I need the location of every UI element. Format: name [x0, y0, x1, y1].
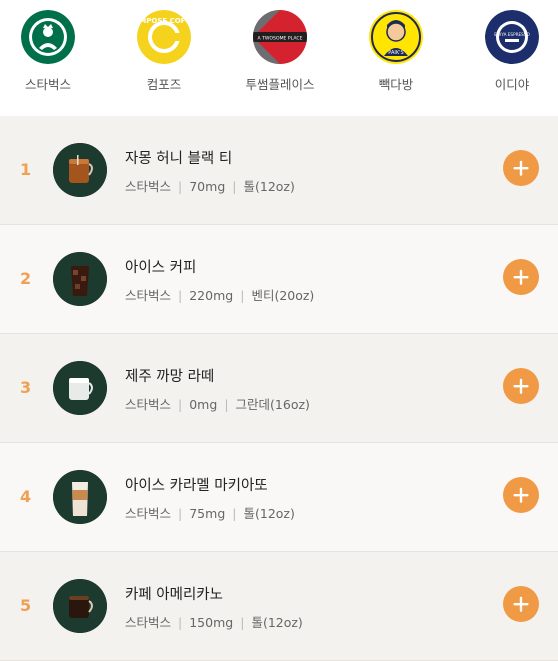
divider: | [240, 615, 245, 630]
drink-thumbnail [53, 252, 107, 306]
divider: | [240, 288, 245, 303]
drink-caffeine: 150mg [189, 615, 234, 630]
brand-name: 컴포즈 [146, 77, 182, 92]
plus-icon [513, 269, 529, 285]
divider: | [178, 397, 183, 412]
compose-coffee-logo-icon: COMPOSE COFFEE [137, 10, 191, 64]
add-button[interactable] [503, 477, 539, 513]
drink-brand: 스타벅스 [125, 615, 172, 630]
drink-caffeine: 75mg [189, 506, 226, 521]
ediya-coffee-logo-icon: EDIYA ESPRESSO [485, 10, 539, 64]
list-item[interactable]: 4 아이스 카라멜 마키아또 스타벅스 | 75mg | 톨(12oz) [0, 443, 558, 552]
brand-filter-bar: 스타벅스 COMPOSE COFFEE 컴포즈 A TWOSOME PLACE … [0, 0, 558, 116]
drink-brand: 스타벅스 [125, 506, 172, 521]
divider: | [232, 179, 237, 194]
drink-ranking-list: 1 자몽 허니 블랙 티 스타벅스 | 70mg | 톨(12oz) 2 아이스… [0, 116, 558, 661]
drink-size: 톨(12oz) [251, 615, 303, 630]
drink-size: 톨(12oz) [243, 179, 295, 194]
brand-item-twosome[interactable]: A TWOSOME PLACE 투썸플레이스 [230, 10, 330, 93]
rank-number: 1 [20, 160, 32, 179]
drink-meta: 스타벅스 | 0mg | 그란데(16oz) [125, 394, 310, 413]
divider: | [178, 179, 183, 194]
divider: | [178, 615, 183, 630]
svg-text:PAIK'S: PAIK'S [388, 50, 403, 56]
brand-name: 투썸플레이스 [245, 77, 315, 92]
svg-text:EDIYA ESPRESSO: EDIYA ESPRESSO [494, 32, 530, 37]
plus-icon [513, 160, 529, 176]
brand-item-paiks[interactable]: PAIK'S 빽다방 [346, 10, 446, 93]
brand-item-starbucks[interactable]: 스타벅스 [0, 10, 98, 93]
drink-brand: 스타벅스 [125, 288, 172, 303]
plus-icon [513, 378, 529, 394]
rank-number: 5 [20, 596, 32, 615]
drink-title: 아이스 커피 [125, 260, 197, 276]
list-item[interactable]: 3 제주 까망 라떼 스타벅스 | 0mg | 그란데(16oz) [0, 334, 558, 443]
divider: | [224, 397, 229, 412]
add-button[interactable] [503, 586, 539, 622]
drink-meta: 스타벅스 | 150mg | 톨(12oz) [125, 612, 303, 631]
add-button[interactable] [503, 150, 539, 186]
starbucks-logo-icon [21, 10, 75, 64]
drink-size: 벤티(20oz) [251, 288, 315, 303]
drink-meta: 스타벅스 | 75mg | 톨(12oz) [125, 503, 295, 522]
brand-name: 스타벅스 [24, 77, 71, 92]
drink-brand: 스타벅스 [125, 397, 172, 412]
brand-name: 이디야 [494, 77, 530, 92]
drink-caffeine: 0mg [189, 397, 218, 412]
paiks-coffee-logo-icon: PAIK'S [369, 10, 423, 64]
brand-item-ediya[interactable]: EDIYA ESPRESSO 이디야 [462, 10, 558, 93]
plus-icon [513, 487, 529, 503]
divider: | [178, 288, 183, 303]
plus-icon [513, 596, 529, 612]
drink-size: 톨(12oz) [243, 506, 295, 521]
list-item[interactable]: 2 아이스 커피 스타벅스 | 220mg | 벤티(20oz) [0, 225, 558, 334]
rank-number: 2 [20, 269, 32, 288]
svg-text:A TWOSOME PLACE: A TWOSOME PLACE [257, 36, 302, 42]
drink-caffeine: 220mg [189, 288, 234, 303]
drink-title: 카페 아메리카노 [125, 587, 223, 603]
brand-item-compose[interactable]: COMPOSE COFFEE 컴포즈 [114, 10, 214, 93]
twosome-place-logo-icon: A TWOSOME PLACE [253, 10, 307, 64]
add-button[interactable] [503, 368, 539, 404]
brand-name: 빽다방 [378, 77, 414, 92]
drink-thumbnail [53, 143, 107, 197]
drink-thumbnail [53, 470, 107, 524]
drink-title: 아이스 카라멜 마키아또 [125, 478, 268, 494]
add-button[interactable] [503, 259, 539, 295]
divider: | [178, 506, 183, 521]
drink-meta: 스타벅스 | 220mg | 벤티(20oz) [125, 285, 314, 304]
rank-number: 3 [20, 378, 32, 397]
drink-title: 제주 까망 라떼 [125, 369, 215, 385]
drink-thumbnail [53, 361, 107, 415]
drink-thumbnail [53, 579, 107, 633]
drink-brand: 스타벅스 [125, 179, 172, 194]
rank-number: 4 [20, 487, 32, 506]
list-item[interactable]: 1 자몽 허니 블랙 티 스타벅스 | 70mg | 톨(12oz) [0, 116, 558, 225]
divider: | [232, 506, 237, 521]
drink-size: 그란데(16oz) [235, 397, 310, 412]
list-item[interactable]: 5 카페 아메리카노 스타벅스 | 150mg | 톨(12oz) [0, 552, 558, 661]
drink-caffeine: 70mg [189, 179, 226, 194]
svg-text:COMPOSE COFFEE: COMPOSE COFFEE [137, 17, 191, 25]
drink-title: 자몽 허니 블랙 티 [125, 151, 233, 167]
drink-meta: 스타벅스 | 70mg | 톨(12oz) [125, 176, 295, 195]
